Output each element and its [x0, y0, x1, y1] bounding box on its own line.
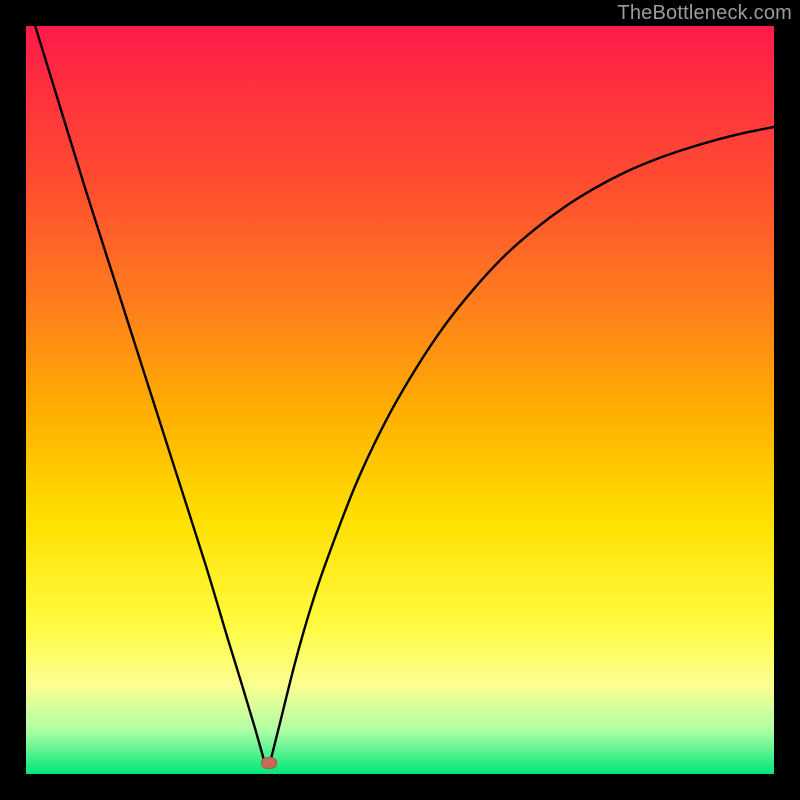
attribution-text: TheBottleneck.com [617, 2, 792, 25]
plot-area [26, 26, 774, 774]
bottleneck-curve [26, 26, 774, 774]
chart-container: TheBottleneck.com [0, 0, 800, 800]
optimal-point-marker [261, 757, 277, 769]
